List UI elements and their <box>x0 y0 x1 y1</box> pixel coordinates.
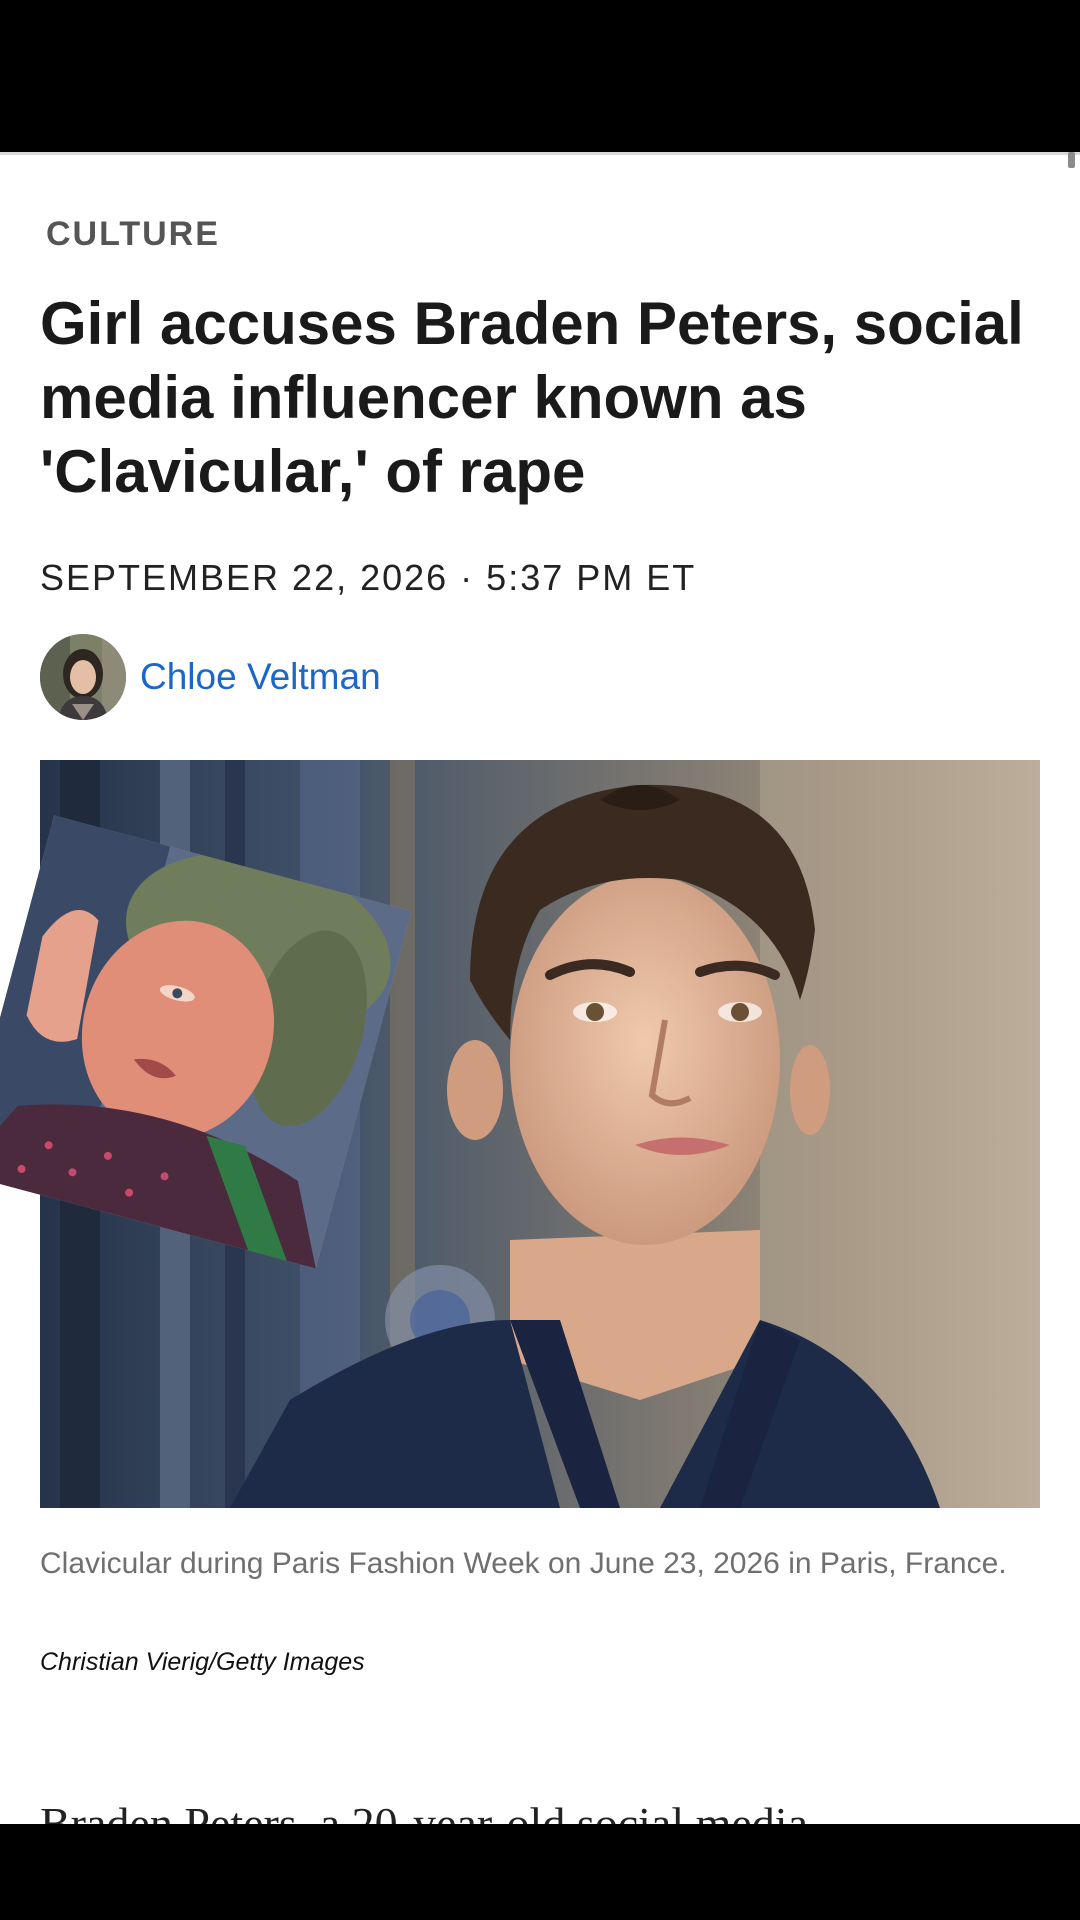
article-dateline: SEPTEMBER 22, 2026 · 5:37 PM ET <box>40 557 697 598</box>
navigation-bar <box>0 1824 1080 1920</box>
author-byline[interactable]: Chloe Veltman <box>40 634 381 720</box>
top-divider <box>0 152 1080 155</box>
article-page: CULTURE Girl accuses Braden Peters, soci… <box>0 152 1080 1824</box>
image-credit: Christian Vierig/Getty Images <box>40 1648 365 1676</box>
scroll-indicator[interactable] <box>1068 152 1075 168</box>
section-label[interactable]: CULTURE <box>46 215 220 254</box>
article-body-first-line: Braden Peters, a 20-year-old social medi… <box>40 1798 809 1824</box>
author-avatar[interactable] <box>40 634 126 720</box>
image-caption: Clavicular during Paris Fashion Week on … <box>40 1547 1007 1580</box>
article-headline: Girl accuses Braden Peters, social media… <box>40 290 1024 505</box>
status-bar <box>0 0 1080 152</box>
author-name-link[interactable]: Chloe Veltman <box>140 656 381 698</box>
